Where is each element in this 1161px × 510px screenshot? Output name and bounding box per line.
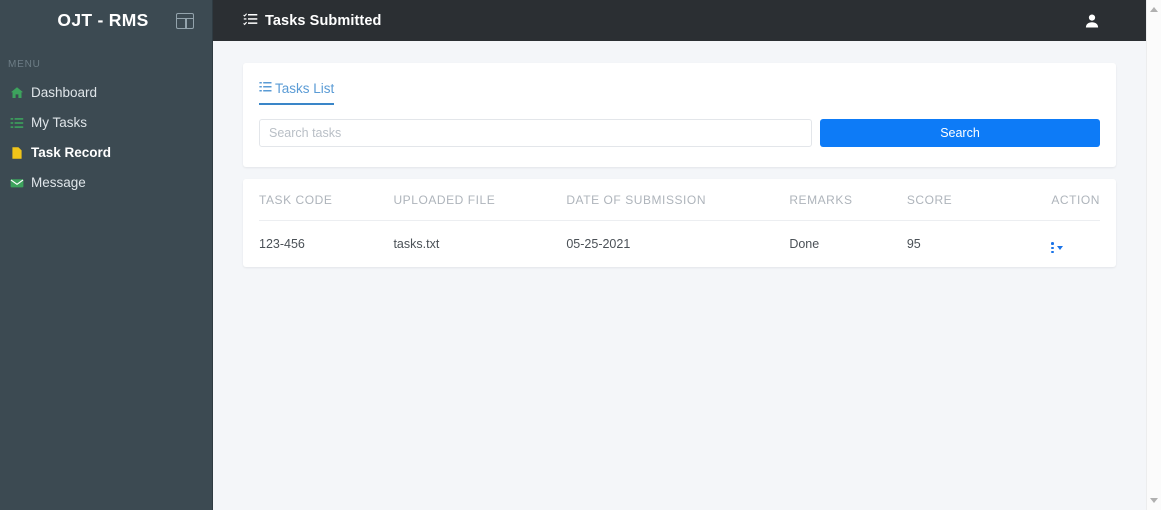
column-header-uploaded-file: UPLOADED FILE xyxy=(393,179,567,221)
sidebar-brand: OJT - RMS xyxy=(0,0,212,41)
list-icon xyxy=(10,116,24,130)
grid-toggle-icon[interactable] xyxy=(176,12,194,29)
column-header-date: DATE OF SUBMISSION xyxy=(566,179,790,221)
tab-tasks-list[interactable]: Tasks List xyxy=(259,81,335,105)
tasks-list-icon xyxy=(243,12,258,30)
chevron-down-icon xyxy=(1056,246,1063,251)
table-header-row: TASK CODE UPLOADED FILE DATE OF SUBMISSI… xyxy=(259,179,1100,221)
brand-title: OJT - RMS xyxy=(57,10,149,30)
sidebar-item-label: My Tasks xyxy=(31,115,88,131)
home-icon xyxy=(10,86,24,100)
content-area: Tasks List Search TASK CODE UPLOADED FIL… xyxy=(213,41,1146,510)
page-title: Tasks Submitted xyxy=(243,12,381,30)
sidebar-item-message[interactable]: Message xyxy=(0,168,212,198)
sidebar-item-dashboard[interactable]: Dashboard xyxy=(0,78,212,108)
file-icon xyxy=(10,146,24,160)
envelope-icon xyxy=(10,176,24,190)
list-icon xyxy=(259,81,272,96)
sidebar-item-task-record[interactable]: Task Record xyxy=(0,138,212,168)
search-card: Tasks List Search xyxy=(243,63,1116,167)
scroll-up-arrow-icon[interactable] xyxy=(1147,2,1161,17)
table-body: 123-456 tasks.txt 05-25-2021 Done 95 xyxy=(259,221,1100,268)
cell-score: 95 xyxy=(906,236,921,251)
cell-date: 05-25-2021 xyxy=(566,236,631,251)
user-icon[interactable] xyxy=(1082,11,1102,31)
tasks-table: TASK CODE UPLOADED FILE DATE OF SUBMISSI… xyxy=(259,179,1100,267)
vertical-dots-icon xyxy=(1051,242,1054,254)
sidebar-item-label: Message xyxy=(31,175,86,191)
column-header-score: SCORE xyxy=(906,179,1052,221)
column-header-action: ACTION xyxy=(1051,179,1100,221)
cell-uploaded-file: tasks.txt xyxy=(393,236,440,251)
sidebar-item-my-tasks[interactable]: My Tasks xyxy=(0,108,212,138)
main-area: Tasks Submitted Tasks List Search tasks … xyxy=(213,0,1146,510)
search-button[interactable]: Search xyxy=(820,119,1100,147)
cell-remarks: Done xyxy=(789,236,820,251)
tab-bar: Tasks List xyxy=(259,81,1100,105)
tasks-table-card: TASK CODE UPLOADED FILE DATE OF SUBMISSI… xyxy=(243,179,1116,268)
sidebar: OJT - RMS MENU Dashboard My Tasks Task R… xyxy=(0,0,213,510)
cell-task-code: 123-456 xyxy=(259,236,305,251)
search-row: Search xyxy=(259,119,1100,147)
column-header-remarks: REMARKS xyxy=(789,179,907,221)
kebab-menu-icon[interactable] xyxy=(1051,242,1063,254)
sidebar-menu-label: MENU xyxy=(8,59,41,70)
sidebar-item-label: Task Record xyxy=(31,145,112,161)
column-header-task-code: TASK CODE xyxy=(259,179,394,221)
sidebar-item-label: Dashboard xyxy=(31,85,98,101)
tab-label: Tasks List xyxy=(275,81,335,96)
page-scrollbar[interactable] xyxy=(1146,0,1161,510)
scroll-down-arrow-icon[interactable] xyxy=(1147,493,1161,508)
table-row[interactable]: 123-456 tasks.txt 05-25-2021 Done 95 xyxy=(259,221,1100,268)
page-title-text: Tasks Submitted xyxy=(265,12,382,29)
topbar: Tasks Submitted xyxy=(213,0,1146,41)
table-head: TASK CODE UPLOADED FILE DATE OF SUBMISSI… xyxy=(259,179,1100,221)
cell-action xyxy=(1051,221,1100,268)
search-input[interactable] xyxy=(259,119,812,147)
app-root: OJT - RMS MENU Dashboard My Tasks Task R… xyxy=(0,0,1146,510)
